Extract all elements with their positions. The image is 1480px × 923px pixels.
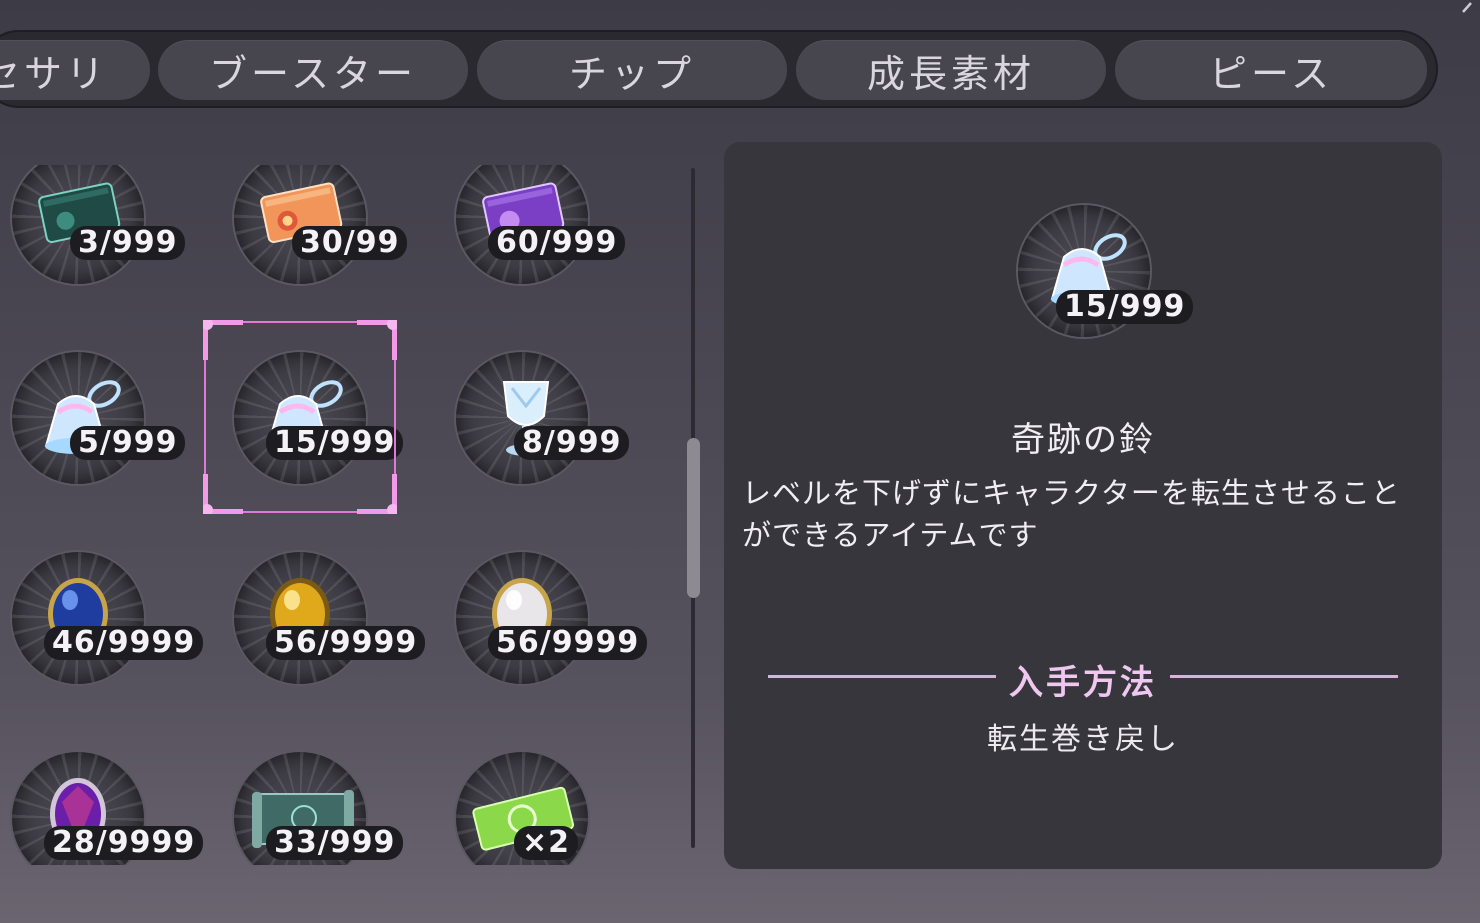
item-slot[interactable]: 46/9999 bbox=[12, 552, 204, 684]
detail-item-description: レベルを下げずにキャラクターを転生させることができるアイテムです bbox=[742, 476, 1401, 552]
item-medal bbox=[12, 352, 144, 484]
goblet-icon bbox=[502, 381, 550, 456]
bell-icon bbox=[266, 380, 343, 454]
gold-orb-icon bbox=[270, 578, 330, 650]
item-slot[interactable]: 33/999 bbox=[234, 752, 404, 865]
item-slot[interactable]: 56/9999 bbox=[234, 552, 426, 684]
pearl-orb-icon bbox=[492, 578, 552, 650]
scrollbar-thumb[interactable] bbox=[687, 438, 700, 598]
item-count: 56/9999 bbox=[266, 626, 426, 660]
acquisition-heading: 入手方法 bbox=[1009, 663, 1157, 703]
item-medal bbox=[456, 352, 588, 484]
item-medal bbox=[456, 552, 588, 684]
bell-icon bbox=[44, 380, 121, 454]
item-slot[interactable]: 3/999 bbox=[12, 165, 186, 284]
item-count: 28/9999 bbox=[44, 826, 204, 860]
item-slot[interactable]: 28/9999 bbox=[12, 752, 204, 865]
acquisition-method[interactable]: 転生巻き戻し bbox=[724, 714, 1442, 758]
item-count: 60/999 bbox=[488, 226, 626, 260]
detail-item-name: 奇跡の鈴 bbox=[1011, 420, 1155, 460]
detail-item-count: 15/999 bbox=[1056, 290, 1194, 324]
item-slot[interactable]: 15/999 bbox=[234, 352, 404, 484]
tab-chip[interactable]: チップ bbox=[477, 40, 787, 100]
item-count: 15/999 bbox=[266, 426, 404, 460]
item-slot[interactable]: 60/999 bbox=[456, 165, 626, 284]
item-count: 56/9999 bbox=[488, 626, 648, 660]
item-medal bbox=[12, 552, 144, 684]
tab-booster[interactable]: ブースター bbox=[158, 40, 468, 100]
item-count: 3/999 bbox=[70, 226, 186, 260]
item-count: 33/999 bbox=[266, 826, 404, 860]
tab-accessory[interactable]: セサリ bbox=[0, 40, 150, 100]
corner-arrow-icon bbox=[1462, 2, 1472, 13]
blue-orb-icon bbox=[48, 578, 108, 650]
tab-piece[interactable]: ピース bbox=[1115, 40, 1427, 100]
item-slot[interactable]: 5/999 bbox=[12, 352, 186, 484]
item-count: 30/99 bbox=[292, 226, 408, 260]
item-slot[interactable]: 56/9999 bbox=[456, 552, 648, 684]
item-slot[interactable]: ×2 bbox=[456, 752, 588, 865]
tab-growth-material[interactable]: 成長素材 bbox=[796, 40, 1106, 100]
item-medal bbox=[234, 352, 366, 484]
item-slot[interactable]: 8/999 bbox=[456, 352, 630, 484]
item-count: ×2 bbox=[514, 826, 579, 860]
item-slot[interactable]: 30/99 bbox=[234, 165, 408, 284]
item-count: 46/9999 bbox=[44, 626, 204, 660]
item-count: 5/999 bbox=[70, 426, 186, 460]
item-grid: 3/999 30/99 60/999 5/999 15/999 8/999 46… bbox=[0, 165, 670, 865]
item-medal bbox=[234, 552, 366, 684]
item-count: 8/999 bbox=[514, 426, 630, 460]
